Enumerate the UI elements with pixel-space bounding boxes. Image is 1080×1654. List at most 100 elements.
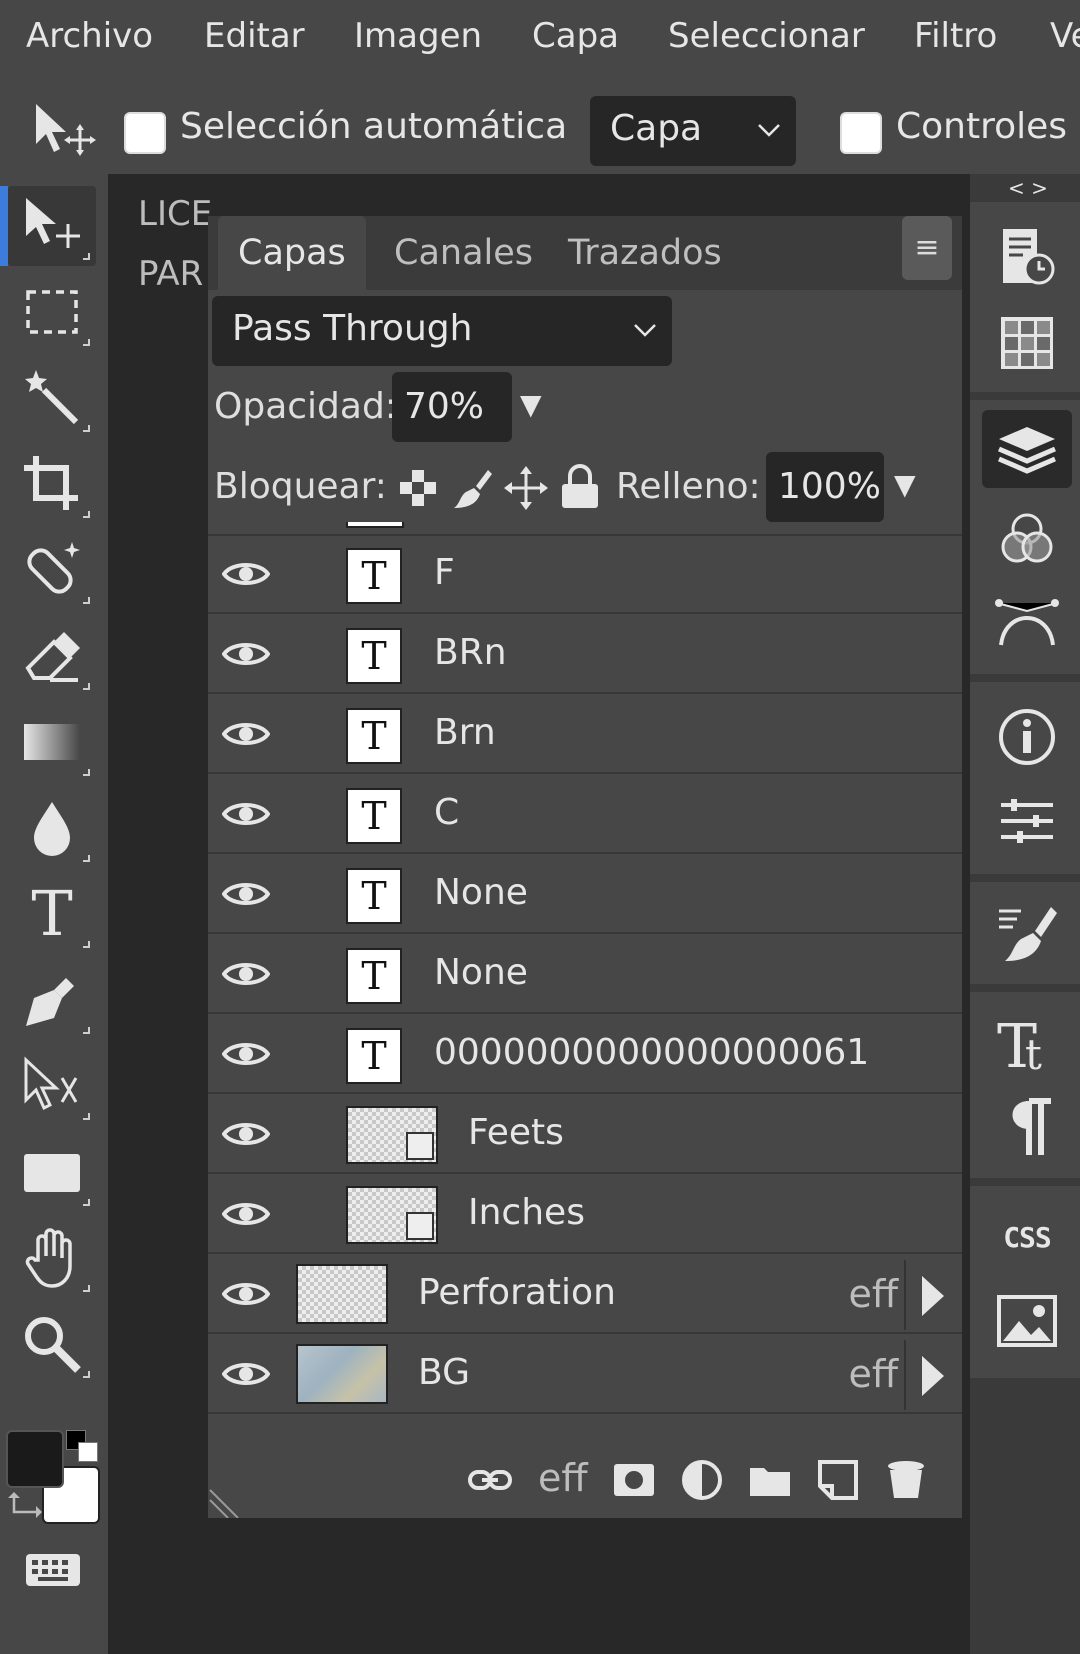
tab-trazados[interactable]: Trazados [548,216,742,290]
eye-icon[interactable] [222,1274,270,1314]
collapse-dock-toggle[interactable]: < > [1008,176,1048,200]
layer-name: None [434,952,528,993]
eye-icon[interactable] [222,1194,270,1234]
trash-icon[interactable] [882,1456,930,1504]
paths-panel-button[interactable] [992,586,1062,656]
active-tool-indicator [0,186,8,266]
swap-colors-icon[interactable] [8,1490,42,1524]
lock-position-move-icon[interactable] [504,466,548,510]
eye-icon[interactable] [222,1354,270,1394]
resize-grip-icon[interactable] [208,1486,242,1518]
fill-input[interactable]: 100% [766,452,884,522]
properties-panel-button[interactable] [992,786,1062,856]
magnifier-icon [25,1317,81,1373]
menu-editar[interactable]: Editar [204,16,305,56]
document-tab-par[interactable]: PAR [138,254,212,314]
eraser-tool-button[interactable] [8,616,96,696]
text-layer-thumbnail: T [346,708,402,764]
chevron-down-icon [634,324,656,337]
eye-icon[interactable] [222,1114,270,1154]
opacity-input[interactable]: 70% [392,372,512,442]
menu-imagen[interactable]: Imagen [354,16,482,56]
lock-all-padlock-icon[interactable] [560,464,600,510]
layers-panel-button[interactable] [982,410,1072,488]
layer-row[interactable]: T 0000000000000000061 [208,1016,962,1094]
eye-icon[interactable] [222,554,270,594]
pen-tool-button[interactable] [8,960,96,1040]
layer-row[interactable]: T None [208,936,962,1014]
path-selection-tool-button[interactable] [8,1046,96,1126]
crop-tool-button[interactable] [8,444,96,524]
auto-select-checkbox[interactable] [124,112,166,154]
layer-row[interactable]: T BRn [208,616,962,694]
menu-ver[interactable]: Ve [1050,16,1080,56]
layer-row[interactable]: BG eff [208,1336,962,1414]
gradient-tool-button[interactable] [8,702,96,782]
layer-name: BRn [434,632,507,673]
eye-icon[interactable] [222,874,270,914]
menu-filtro[interactable]: Filtro [914,16,997,56]
layer-list-scroll-edge [208,522,962,536]
channels-panel-button[interactable] [992,504,1062,574]
document-tab-lice[interactable]: LICE [138,194,212,254]
layer-row[interactable]: T C [208,776,962,854]
blur-tool-button[interactable] [8,788,96,868]
layer-effects-badge[interactable]: eff [848,1272,898,1316]
menu-capa[interactable]: Capa [532,16,619,56]
transform-controls-checkbox[interactable] [840,112,882,154]
layer-row[interactable]: Feets [208,1096,962,1174]
shape-tool-button[interactable] [8,1132,96,1212]
healing-tool-button[interactable] [8,530,96,610]
panel-menu-button[interactable]: ≡ [902,216,952,280]
fill-slider-toggle[interactable]: ▼ [894,468,916,501]
add-mask-icon[interactable] [610,1456,658,1504]
eye-icon[interactable] [222,954,270,994]
history-panel-button[interactable] [992,222,1062,292]
tab-canales[interactable]: Canales [374,216,553,290]
lock-transparency-icon[interactable] [398,468,438,508]
image-panel-button[interactable] [992,1286,1062,1356]
paragraph-panel-button[interactable] [992,1092,1062,1162]
layer-row[interactable]: T None [208,856,962,934]
type-tool-button[interactable]: T [8,874,96,954]
tab-capas[interactable]: Capas [218,216,366,290]
expand-effects-icon[interactable] [922,1356,944,1396]
layer-row[interactable]: Inches [208,1176,962,1254]
swatches-panel-button[interactable] [992,308,1062,378]
crop-icon [24,456,78,510]
brush-settings-panel-button[interactable] [992,898,1062,968]
layer-name: Brn [434,712,496,753]
opacity-slider-toggle[interactable]: ▼ [520,388,542,421]
eye-icon[interactable] [222,1034,270,1074]
default-colors-icon[interactable] [66,1430,100,1464]
adjustment-layer-icon[interactable] [678,1456,726,1504]
link-layers-icon[interactable] [466,1456,514,1504]
menu-seleccionar[interactable]: Seleccionar [668,16,865,56]
foreground-color-swatch[interactable] [6,1430,64,1488]
blend-mode-dropdown[interactable]: Pass Through [212,296,672,366]
lock-pixels-brush-icon[interactable] [450,466,492,510]
layer-row[interactable]: T F [208,536,962,614]
eye-icon[interactable] [222,714,270,754]
layer-effects-badge[interactable]: eff [848,1352,898,1396]
menu-archivo[interactable]: Archivo [26,16,153,56]
dock-group: CSS [970,1186,1080,1378]
css-panel-button[interactable]: CSS [992,1202,1062,1272]
hand-tool-button[interactable] [8,1218,96,1298]
magic-wand-tool-button[interactable] [8,358,96,438]
eye-icon[interactable] [222,794,270,834]
eye-icon[interactable] [222,634,270,674]
move-tool-button[interactable] [8,186,96,266]
expand-effects-icon[interactable] [922,1276,944,1316]
add-layer-style-button[interactable]: eff [538,1456,588,1500]
marquee-tool-button[interactable] [8,272,96,352]
layer-row[interactable]: Perforation eff [208,1256,962,1334]
new-layer-icon[interactable] [814,1456,862,1504]
zoom-tool-button[interactable] [8,1304,96,1384]
keyboard-icon[interactable] [24,1550,82,1590]
character-panel-button[interactable]: Tt [992,1008,1062,1078]
auto-select-target-dropdown[interactable]: Capa [590,96,796,166]
layer-row[interactable]: T Brn [208,696,962,774]
folder-icon[interactable] [746,1456,794,1504]
info-panel-button[interactable] [992,702,1062,772]
